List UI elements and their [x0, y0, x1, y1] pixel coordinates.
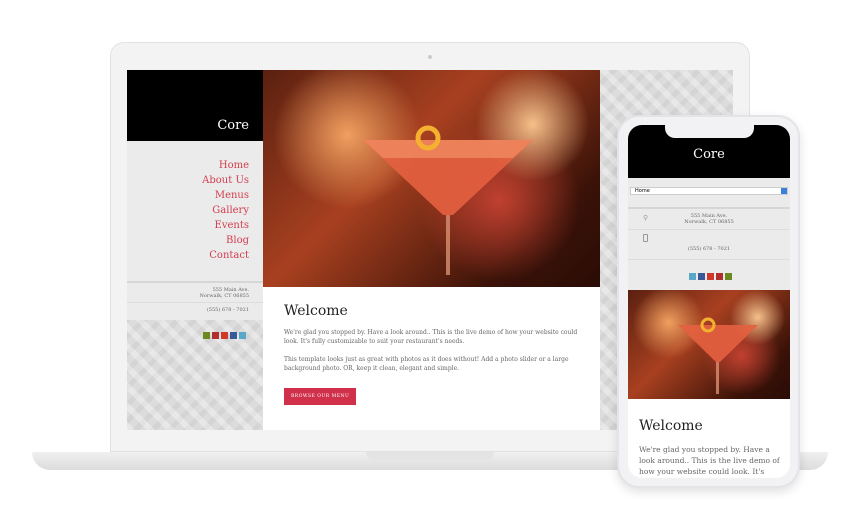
sidebar: Core Home About Us Menus Gallery Events … [127, 70, 263, 320]
martini-glass-image [678, 317, 758, 394]
yelp-icon[interactable] [212, 332, 219, 339]
mobile-address-line2: Norwalk, CT 06855 [684, 219, 734, 225]
select-arrows-icon [781, 188, 787, 194]
nav-blog[interactable]: Blog [127, 233, 249, 248]
welcome-paragraph-1: We're glad you stopped by. Have a look a… [284, 329, 578, 345]
nav-about-us[interactable]: About Us [127, 173, 249, 188]
nav-events[interactable]: Events [127, 218, 249, 233]
mobile-nav-select[interactable]: Home [630, 187, 788, 195]
mobile-address: ⚲ 555 Main Ave. Norwalk, CT 06855 [628, 207, 790, 230]
twitter-icon[interactable] [239, 332, 246, 339]
nav-menus[interactable]: Menus [127, 188, 249, 203]
mobile-welcome-heading: Welcome [639, 418, 703, 434]
nav-home[interactable]: Home [127, 158, 249, 173]
welcome-heading: Welcome [284, 303, 348, 319]
phone-notch [665, 125, 754, 138]
laptop-notch [366, 452, 494, 460]
social-icons [201, 324, 246, 343]
welcome-paragraph-2: This template looks just as great with p… [284, 356, 569, 372]
google-plus-icon[interactable] [706, 273, 714, 280]
address-line2: Norwalk, CT 06855 [199, 293, 250, 299]
address-block: 555 Main Ave. Norwalk, CT 06855 [127, 281, 263, 303]
yelp-icon[interactable] [715, 273, 723, 280]
welcome-content: Welcome We're glad you stopped by. Have … [263, 287, 600, 430]
twitter-icon[interactable] [688, 273, 696, 280]
phone-number: (555) 678 - 7021 [206, 307, 249, 313]
mobile-phone: (555) 678 - 7021 [628, 230, 790, 260]
facebook-icon[interactable] [230, 332, 237, 339]
martini-glass-image [363, 125, 533, 275]
nav-contact[interactable]: Contact [127, 248, 249, 263]
mobile-hero-photo [628, 290, 790, 399]
mobile-phone-number: (555) 678 - 7021 [687, 246, 731, 252]
laptop-camera [428, 55, 432, 59]
site-header: Core [127, 70, 263, 141]
mobile-welcome: Welcome We're glad you stopped by. Have … [628, 399, 790, 478]
browse-menu-button[interactable]: BROWSE OUR MENU [284, 388, 357, 405]
google-plus-icon[interactable] [221, 332, 228, 339]
tripadvisor-icon[interactable] [203, 332, 210, 339]
mobile-welcome-paragraph: We're glad you stopped by. Have a look a… [639, 445, 780, 476]
facebook-icon[interactable] [697, 273, 705, 280]
location-pin-icon: ⚲ [643, 214, 649, 222]
phone-screen: Core Home ⚲ 555 Main Ave. Norwalk, CT 06… [628, 125, 790, 478]
mobile-nav-select-value: Home [635, 188, 650, 194]
hero-cocktail-photo [263, 70, 600, 287]
main-nav: Home About Us Menus Gallery Events Blog … [127, 141, 263, 281]
mobile-phone-icon [643, 234, 648, 242]
tripadvisor-icon[interactable] [724, 273, 732, 280]
nav-gallery[interactable]: Gallery [127, 203, 249, 218]
site-logo[interactable]: Core [217, 118, 249, 133]
mobile-social-icons [628, 260, 790, 290]
mobile-logo[interactable]: Core [628, 147, 790, 162]
